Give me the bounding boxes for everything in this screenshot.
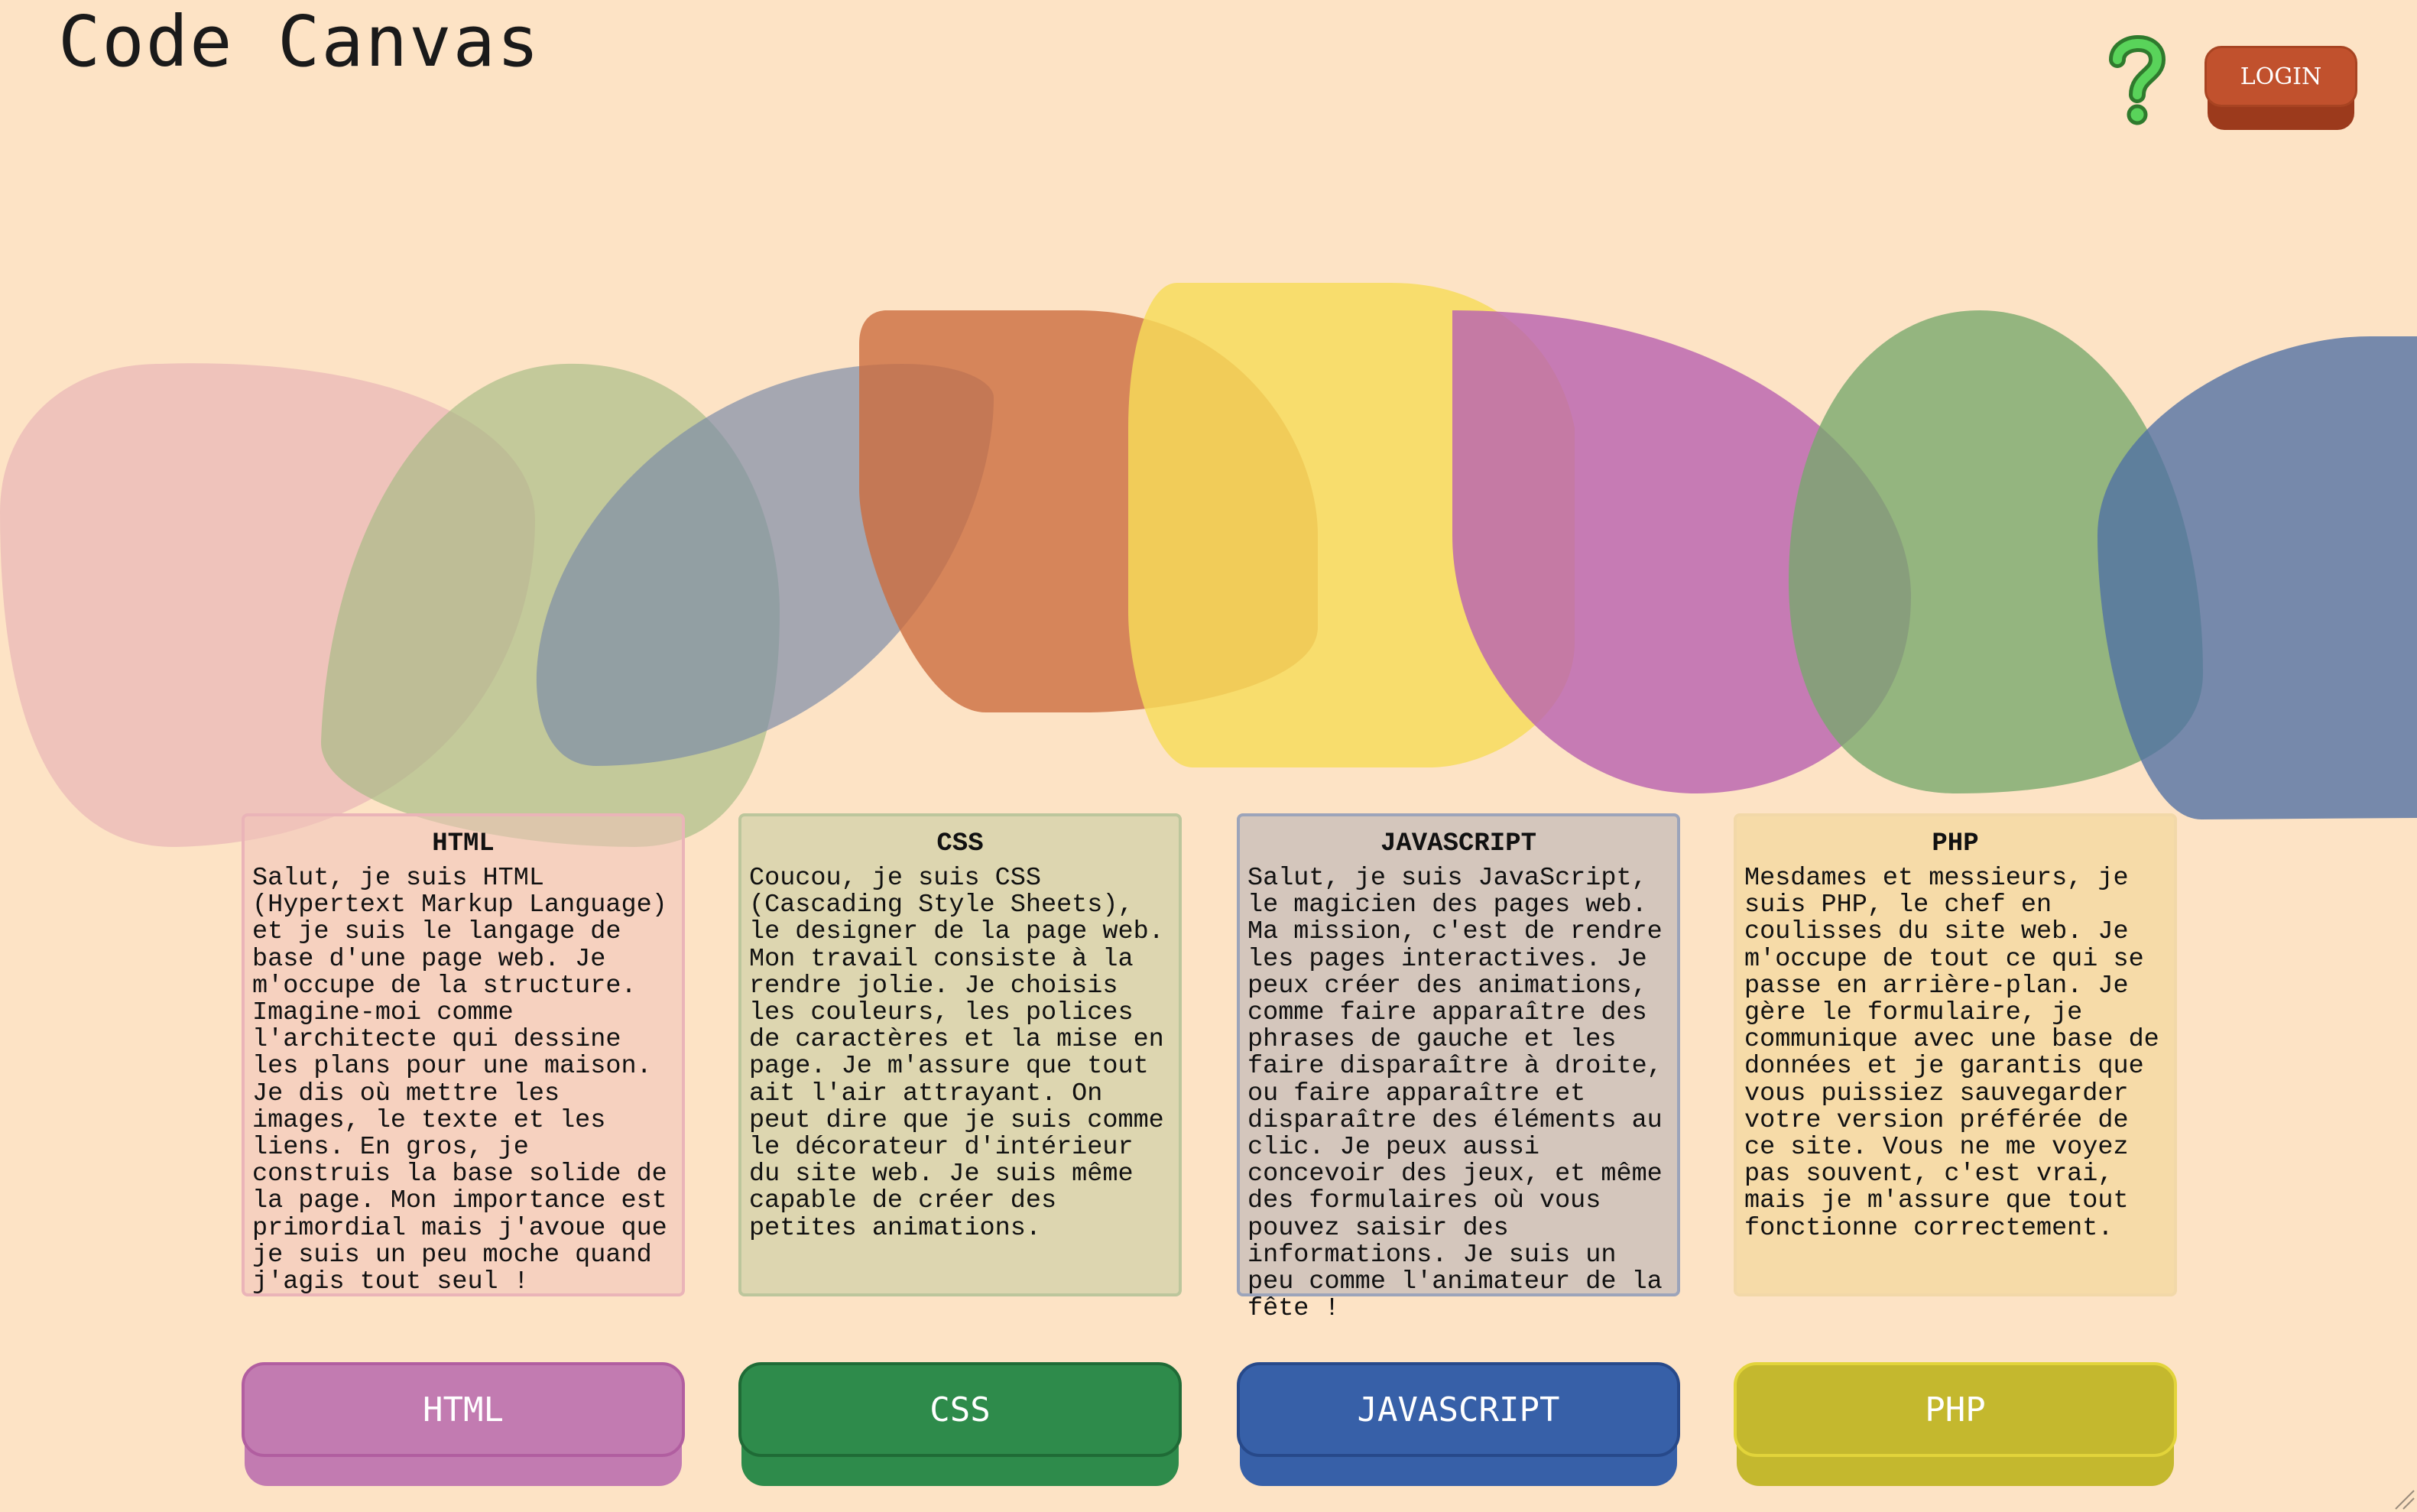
blob-orange [859,310,1318,712]
blob-green-left [320,363,780,848]
blob-pink [0,363,535,848]
card-text: Mesdames et messieurs, je suis PHP, le c… [1744,864,2159,1243]
card-html: HTML Salut, je suis HTML (Hypertext Mark… [242,813,685,1296]
blob-blue [2097,336,2417,819]
button-label: JAVASCRIPT [1237,1362,1680,1457]
blob-magenta [1452,310,1911,793]
help-button[interactable] [2101,29,2174,128]
login-button[interactable]: LOGIN [2204,46,2357,131]
javascript-button[interactable]: JAVASCRIPT [1237,1362,1680,1488]
button-label: HTML [242,1362,685,1457]
css-button[interactable]: CSS [738,1362,1182,1488]
login-button-label: LOGIN [2204,46,2357,107]
card-text: Salut, je suis JavaScript, le magicien d… [1247,864,1663,1324]
card-css: CSS Coucou, je suis CSS (Cascading Style… [738,813,1182,1296]
resize-grip-icon[interactable] [2393,1488,2415,1510]
blob-green-right [1789,310,2203,793]
blob-yellow [1128,283,1575,767]
card-javascript: JAVASCRIPT Salut, je suis JavaScript, le… [1237,813,1680,1322]
blob-slate [536,364,994,766]
button-label: CSS [738,1362,1182,1457]
question-mark-icon [2109,35,2166,125]
php-button[interactable]: PHP [1734,1362,2177,1488]
html-button[interactable]: HTML [242,1362,685,1488]
card-php: PHP Mesdames et messieurs, je suis PHP, … [1734,813,2177,1296]
page-title: Code Canvas [58,1,541,83]
card-text: Coucou, je suis CSS (Cascading Style She… [749,864,1164,1243]
card-text: Salut, je suis HTML (Hypertext Markup La… [252,864,667,1297]
button-label: PHP [1734,1362,2177,1457]
